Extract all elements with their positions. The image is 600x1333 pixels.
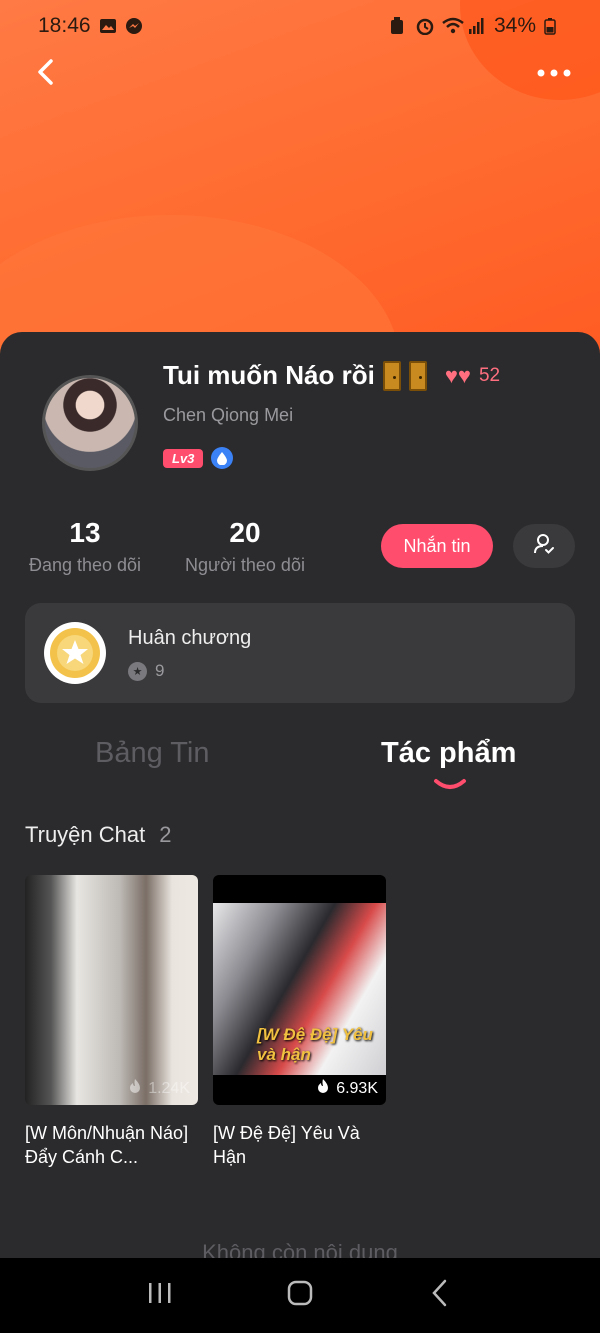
system-navigation-bar	[0, 1258, 600, 1333]
medal-card[interactable]: Huân chương ★ 9	[25, 603, 575, 703]
tab-works[interactable]: Tác phẩm	[381, 737, 516, 770]
section-title: Truyện Chat	[25, 822, 146, 847]
alarm-icon	[416, 17, 434, 36]
message-button[interactable]: Nhắn tin	[381, 524, 493, 568]
name-row: Tui muốn Náo rồi ♥♥ 52	[163, 360, 500, 391]
recent-apps-icon	[147, 1281, 173, 1310]
follow-user-button[interactable]	[513, 524, 575, 568]
story-thumbnail: 1.24K	[25, 875, 198, 1105]
door-emoji-icon	[408, 360, 427, 391]
views-row: 1.24K	[128, 1078, 190, 1099]
water-drop-badge-icon[interactable]	[211, 447, 234, 469]
door-emoji-icon	[382, 360, 401, 391]
lock-battery-icon	[390, 17, 408, 35]
followers-label: Người theo dõi	[185, 555, 305, 575]
top-navigation	[0, 52, 600, 96]
profile-panel: Tui muốn Náo rồi ♥♥ 52 Chen Qiong Mei Lv…	[0, 332, 600, 1265]
heart-count: 52	[478, 364, 501, 386]
view-count: 1.24K	[148, 1079, 190, 1097]
story-card[interactable]: 1.24K [W Môn/Nhuận Náo] Đẩy Cánh C...	[25, 875, 198, 1169]
more-options-button[interactable]	[532, 52, 576, 96]
medal-count-row: ★ 9	[128, 661, 164, 681]
tabs: Bảng Tin Tác phẩm	[0, 737, 600, 797]
profile-name: Tui muốn Náo rồi	[163, 360, 375, 390]
profile-subname: Chen Qiong Mei	[163, 405, 294, 425]
star-icon: ★	[128, 661, 147, 681]
home-button[interactable]	[276, 1272, 324, 1320]
status-left: 18:46	[38, 14, 143, 38]
medal-title: Huân chương	[128, 627, 252, 649]
chevron-left-icon	[36, 58, 56, 91]
followers-stat[interactable]: 20 Người theo dõi	[180, 517, 310, 576]
active-tab-indicator	[434, 779, 466, 789]
section-header: Truyện Chat 2	[25, 822, 172, 848]
battery-percent: 34%	[493, 14, 536, 37]
more-dots-icon	[537, 65, 571, 83]
following-stat[interactable]: 13 Đang theo dõi	[25, 517, 145, 576]
stats-row: 13 Đang theo dõi 20 Người theo dõi	[0, 517, 600, 587]
story-card[interactable]: [W Đệ Đệ] Yêu và hận 6.93K [W Đệ Đệ] Yêu…	[213, 875, 386, 1169]
fire-icon	[316, 1078, 330, 1099]
status-right: 34%	[390, 14, 562, 38]
back-arrow-icon	[431, 1279, 449, 1312]
user-check-icon	[533, 533, 555, 560]
section-count: 2	[159, 822, 172, 847]
following-count: 13	[69, 517, 101, 548]
tab-news-feed[interactable]: Bảng Tin	[95, 737, 209, 770]
system-back-button[interactable]	[416, 1272, 464, 1320]
badges: Lv3	[163, 447, 234, 469]
status-time: 18:46	[38, 14, 91, 37]
fire-icon	[128, 1078, 142, 1099]
gallery-icon	[99, 17, 117, 35]
story-title: [W Đệ Đệ] Yêu Và Hận	[213, 1123, 360, 1167]
home-icon	[287, 1280, 313, 1311]
battery-icon	[544, 17, 562, 35]
medal-count: 9	[155, 661, 165, 680]
avatar[interactable]	[42, 375, 138, 471]
recent-apps-button[interactable]	[136, 1272, 184, 1320]
messenger-icon	[125, 17, 143, 35]
followers-count: 20	[229, 517, 261, 548]
wifi-icon	[442, 17, 464, 35]
view-count: 6.93K	[336, 1079, 378, 1097]
back-button[interactable]	[24, 52, 68, 96]
hearts-icon: ♥♥	[444, 362, 471, 388]
following-label: Đang theo dõi	[28, 555, 142, 575]
medal-icon	[44, 622, 106, 684]
thumbnail-caption: [W Đệ Đệ] Yêu và hận	[257, 1025, 373, 1064]
story-thumbnail: [W Đệ Đệ] Yêu và hận 6.93K	[213, 875, 386, 1105]
views-row: 6.93K	[316, 1078, 378, 1099]
status-bar: 18:46 34%	[0, 0, 600, 52]
level-badge[interactable]: Lv3	[163, 448, 204, 468]
signal-icon	[468, 17, 486, 35]
story-title: [W Môn/Nhuận Náo] Đẩy Cánh C...	[25, 1123, 189, 1167]
